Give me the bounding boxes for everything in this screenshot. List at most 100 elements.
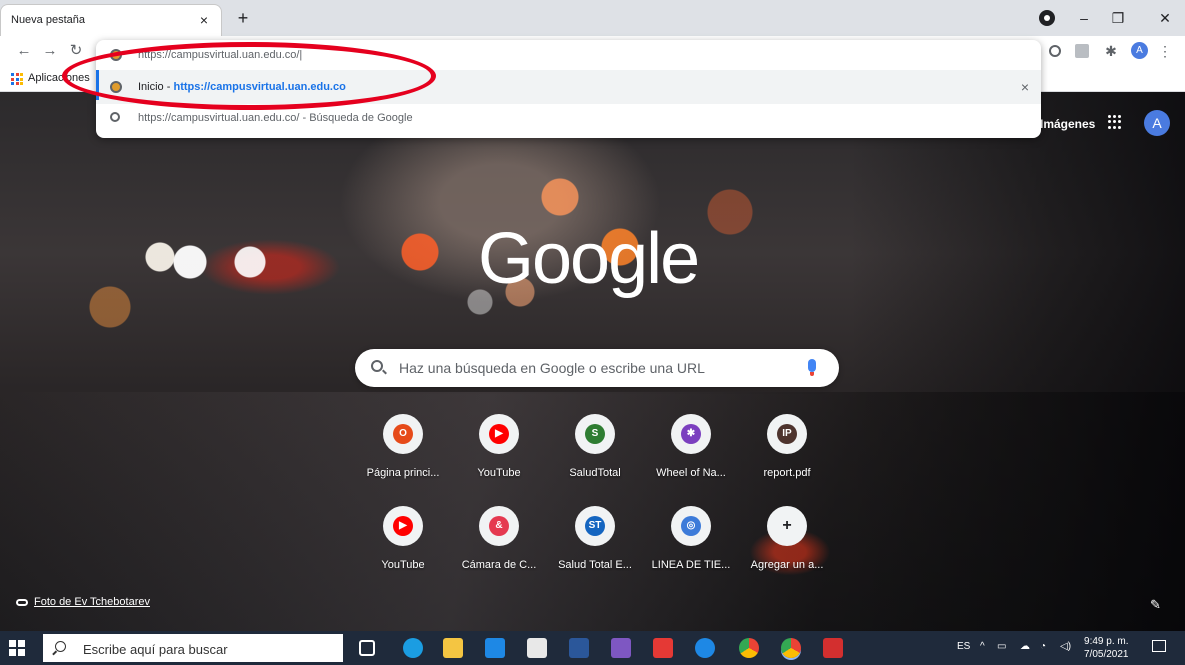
shortcut-icon-circle: S [575,414,615,454]
search-icon [55,641,66,652]
tab-strip: Nueva pestaña × + – ❐ ✕ [0,0,1185,36]
notifications-icon[interactable] [1152,640,1166,652]
google-logo: Google [478,219,700,299]
shortcut-icon-circle: & [479,506,519,546]
shortcut-icon-circle: + [767,506,807,546]
extension-circle-icon[interactable] [1049,45,1061,57]
minimize-icon[interactable]: – [1073,8,1095,28]
word-icon[interactable] [569,638,589,658]
shortcut-tile[interactable]: O Página princi... [355,414,451,504]
shortcut-icon-circle: ST [575,506,615,546]
shortcut-tile[interactable]: IP report.pdf [739,414,835,504]
customize-pencil-icon[interactable]: ✎ [1150,597,1161,613]
edge-icon[interactable] [403,638,423,658]
search-suggestion-suffix: - Búsqueda de Google [299,112,413,124]
account-avatar[interactable]: A [1144,110,1170,136]
shortcut-icon-circle: IP [767,414,807,454]
chrome-active-icon[interactable] [781,638,801,658]
shortcut-favicon: ✱ [681,424,701,444]
background-photo-shadow [850,92,1185,631]
add-shortcut-icon: + [777,516,797,536]
menu-kebab-icon[interactable]: ⋮ [1157,43,1173,59]
security-app-icon[interactable] [653,638,673,658]
shortcut-favicon: O [393,424,413,444]
shortcut-favicon: & [489,516,509,536]
red-highlight-annotation [62,42,436,110]
shortcut-favicon: ▶ [393,516,413,536]
new-tab-button[interactable]: + [232,8,254,30]
back-arrow-icon[interactable]: ← [14,41,34,61]
shortcut-label: Página princi... [366,467,440,479]
wifi-icon[interactable]: ◔ [1040,641,1046,652]
shortcut-tile[interactable]: ✱ Wheel of Na... [643,414,739,504]
shortcut-label: YouTube [381,559,425,571]
shortcut-icon-circle: ✱ [671,414,711,454]
shortcut-label: report.pdf [763,467,811,479]
taskbar-search-placeholder: Escribe aquí para buscar [83,642,228,657]
shortcut-icon-circle: ◎ [671,506,711,546]
file-explorer-icon[interactable] [443,638,463,658]
new-tab-page: Imágenes A Google Haz una búsqueda en Go… [0,92,1185,631]
forward-arrow-icon[interactable]: → [40,41,60,61]
google-apps-icon[interactable] [1108,115,1122,129]
volume-icon[interactable]: ◁) [1060,641,1071,652]
shortcut-label: SaludTotal [569,467,621,479]
tab-title: Nueva pestaña [11,14,85,26]
windows-start-icon[interactable] [9,640,25,656]
taskbar-search-box[interactable]: Escribe aquí para buscar [43,634,343,662]
microphone-icon[interactable] [808,359,816,376]
photo-credit-link[interactable]: Foto de Ev Tchebotarev [16,596,150,608]
shortcut-icon-circle: ▶ [479,414,519,454]
shortcut-favicon: S [585,424,605,444]
shortcut-label: Cámara de C... [461,559,537,571]
shortcut-tile[interactable]: ST Salud Total E... [547,506,643,596]
shortcut-label: Wheel of Na... [656,467,726,479]
profile-avatar[interactable]: A [1131,42,1148,59]
shortcut-tile[interactable]: ◎ LINEA DE TIE... [643,506,739,596]
shortcut-tile[interactable]: ▶ YouTube [355,506,451,596]
language-indicator[interactable]: ES [957,641,970,652]
onedrive-cloud-icon[interactable]: ☁ [1020,641,1030,652]
teamviewer-icon[interactable] [695,638,715,658]
shortcut-tile[interactable]: & Cámara de C... [451,506,547,596]
remove-suggestion-icon[interactable]: × [1021,79,1029,95]
link-icon [16,598,28,606]
shortcut-tile[interactable]: S SaludTotal [547,414,643,504]
reload-icon[interactable]: ↻ [66,41,86,61]
battery-icon[interactable]: ▭ [997,641,1006,652]
shortcut-icon-circle: ▶ [383,506,423,546]
clock-time: 9:49 p. m. [1084,636,1129,647]
chevron-up-icon[interactable]: ^ [980,641,985,652]
search-icon [371,360,383,372]
shortcut-label: LINEA DE TIE... [651,559,731,571]
ntp-search-box[interactable]: Haz una búsqueda en Google o escribe una… [355,349,839,387]
tab-new-tab[interactable]: Nueva pestaña × [0,4,222,36]
store-icon[interactable] [527,638,547,658]
chrome-icon[interactable] [739,638,759,658]
search-suggestion-url: https://campusvirtual.uan.edu.co/ [138,112,300,124]
pdf-extension-icon[interactable] [1075,44,1089,58]
window-close-icon[interactable]: ✕ [1154,8,1176,28]
system-clock[interactable]: 9:49 p. m. 7/05/2021 [1084,635,1129,661]
shortcut-favicon: IP [777,424,797,444]
tab-close-icon[interactable]: × [195,11,213,29]
shortcut-favicon: ST [585,516,605,536]
task-view-icon[interactable] [359,640,375,656]
shortcut-favicon: ▶ [489,424,509,444]
restore-icon[interactable]: ❐ [1107,8,1129,28]
acrobat-icon[interactable] [823,638,843,658]
extensions-puzzle-icon[interactable]: ✱ [1103,43,1119,59]
shortcut-favicon: ◎ [681,516,701,536]
images-link[interactable]: Imágenes [1040,117,1095,131]
shortcut-label: YouTube [477,467,521,479]
search-placeholder: Haz una búsqueda en Google o escribe una… [399,360,705,376]
shortcut-tile[interactable]: + Agregar un a... [739,506,835,596]
mail-icon[interactable] [485,638,505,658]
shortcut-tile[interactable]: ▶ YouTube [451,414,547,504]
search-icon [110,112,120,122]
clock-date: 7/05/2021 [1084,649,1129,660]
apps-grid-icon[interactable] [11,73,23,85]
incognito-profile-icon[interactable] [1039,10,1055,26]
shortcut-label: Agregar un a... [750,559,824,571]
network-app-icon[interactable] [611,638,631,658]
